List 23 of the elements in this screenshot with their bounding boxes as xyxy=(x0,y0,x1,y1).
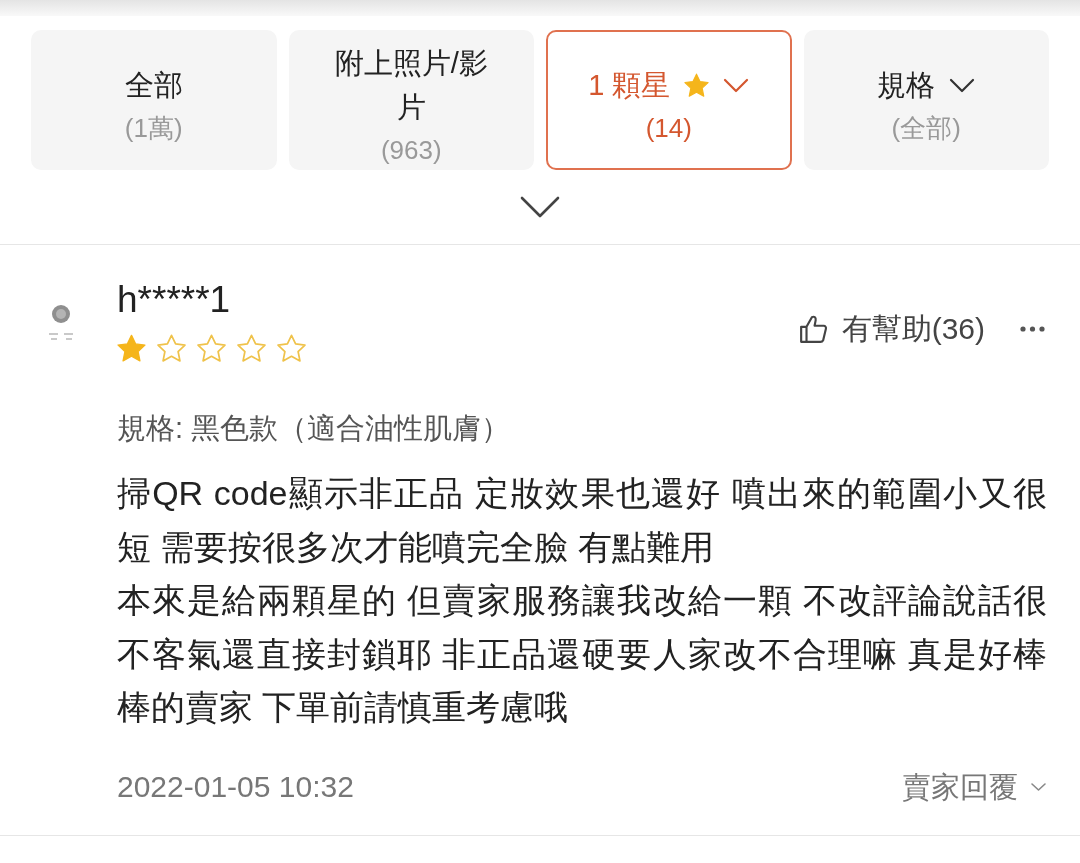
star-icon xyxy=(197,334,226,363)
filter-tab[interactable]: 規格 (全部) xyxy=(803,30,1049,170)
chevron-down-icon xyxy=(1030,781,1047,792)
filter-tab[interactable]: 1 顆星 (14) xyxy=(546,30,792,170)
star-icon xyxy=(157,334,186,363)
chevron-down-icon[interactable] xyxy=(520,196,560,218)
review-text: 掃QR code顯示非正品 定妝效果也還好 噴出來的範圍小又很短 需要按很多次才能噴完全臉 有點難用 xyxy=(117,473,1047,568)
filter-tab[interactable]: 附上照片/影片 (963) xyxy=(288,30,534,170)
star-icon xyxy=(117,334,146,363)
chevron-down-icon xyxy=(949,77,976,93)
more-options-icon[interactable] xyxy=(1020,326,1045,332)
review-text: 本來是給兩顆星的 但賣家服務讓我改給一顆 不改評論說話很不客氣還直接封鎖耶 非正品還硬要人家改不合理嘛 真是好棒棒的賣家 下單前請慎重考慮哦 xyxy=(117,580,1047,728)
chevron-down-icon xyxy=(723,77,750,93)
star-icon xyxy=(237,334,266,363)
star-icon xyxy=(277,334,306,363)
review-date: 2022-01-05 10:32 xyxy=(117,768,354,805)
user-name: h*****1 xyxy=(117,278,232,322)
helpful-button[interactable]: 有幫助(36) xyxy=(798,310,985,348)
seller-reply-button[interactable]: 賣家回覆 xyxy=(902,766,1047,807)
thumbs-up-icon xyxy=(798,314,828,344)
variation-label: 規格: 黑色款（適合油性肌膚） xyxy=(117,411,512,446)
filter-tab[interactable]: 全部 (1萬) xyxy=(31,30,277,170)
star-icon xyxy=(684,72,710,98)
